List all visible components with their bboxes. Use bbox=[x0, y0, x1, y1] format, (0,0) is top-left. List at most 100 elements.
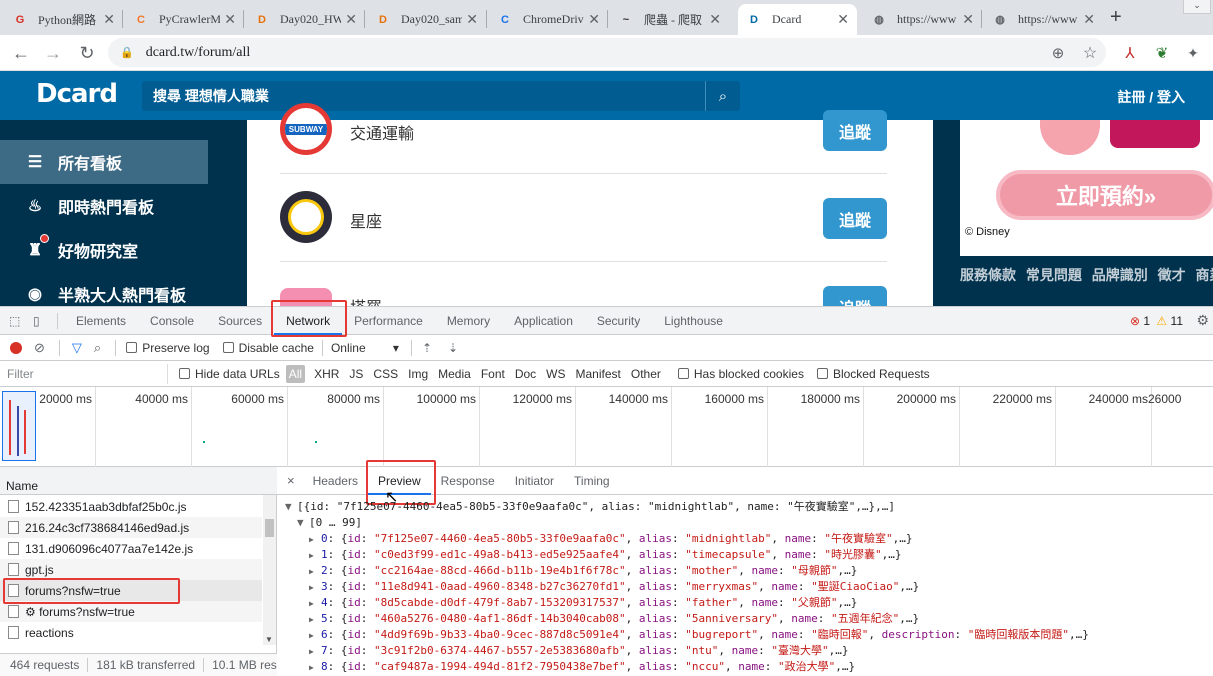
board-name[interactable]: 交通運輸 bbox=[350, 120, 414, 144]
type-filter-js[interactable]: JS bbox=[349, 367, 363, 381]
sidebar-item-trending[interactable]: ♨ 即時熱門看板 bbox=[0, 184, 208, 228]
filter-input[interactable]: Filter bbox=[0, 363, 168, 384]
tab-application[interactable]: Application bbox=[502, 307, 585, 335]
settings-gear-icon[interactable]: ⚙ bbox=[1196, 312, 1209, 329]
type-filter-css[interactable]: CSS bbox=[373, 367, 398, 381]
download-icon[interactable]: ⇣ bbox=[448, 341, 458, 355]
request-row[interactable]: 216.24c3cf738684146ed9ad.js bbox=[0, 517, 262, 538]
browser-tab[interactable]: ◍ https://www ✕ bbox=[984, 4, 1103, 35]
sidebar-item-goods-lab[interactable]: ♜ 好物研究室 bbox=[0, 228, 208, 272]
window-minimize-icon[interactable]: ⌄ bbox=[1183, 0, 1211, 14]
json-item-row[interactable]: ▶ 1: {id: "c0ed3f99-ed1c-49a8-b413-ed5e92… bbox=[285, 547, 1213, 563]
evernote-extension-icon[interactable]: ❦ bbox=[1151, 42, 1173, 64]
browser-tab[interactable]: C ChromeDriv ✕ bbox=[489, 4, 608, 35]
request-list-scrollbar[interactable]: ▼ bbox=[263, 495, 276, 645]
type-filter-media[interactable]: Media bbox=[438, 367, 471, 381]
expand-triangle-icon[interactable]: ▶ bbox=[309, 596, 321, 612]
inspect-element-icon[interactable]: ⬚ bbox=[9, 314, 27, 328]
sidebar-item-all-boards[interactable]: ☰ 所有看板 bbox=[0, 140, 208, 184]
has-blocked-cookies-checkbox[interactable]: Has blocked cookies bbox=[677, 367, 804, 381]
extensions-puzzle-icon[interactable]: ✦ bbox=[1182, 42, 1204, 64]
tab-lighthouse[interactable]: Lighthouse bbox=[652, 307, 735, 335]
type-filter-all[interactable]: All bbox=[285, 364, 306, 383]
bookmark-star-icon[interactable]: ☆ bbox=[1079, 42, 1101, 64]
expand-triangle-icon[interactable]: ▶ bbox=[309, 532, 321, 548]
issues-counter[interactable]: ⊗ 1 ⚠ 11 bbox=[1130, 314, 1183, 328]
json-item-row[interactable]: ▶ 4: {id: "8d5cabde-d0df-479f-8ab7-153209… bbox=[285, 595, 1213, 611]
json-item-row[interactable]: ▶ 0: {id: "7f125e07-4460-4ea5-80b5-33f0e9… bbox=[285, 531, 1213, 547]
tab-elements[interactable]: Elements bbox=[64, 307, 138, 335]
address-bar[interactable]: 🔒 dcard.tw/forum/all bbox=[108, 38, 1106, 67]
blocked-requests-checkbox[interactable]: Blocked Requests bbox=[816, 367, 930, 381]
type-filter-doc[interactable]: Doc bbox=[515, 367, 536, 381]
login-link[interactable]: 註冊 / 登入 bbox=[1117, 87, 1185, 107]
advertisement[interactable]: 立即預約» © Disney bbox=[960, 120, 1213, 256]
scroll-down-icon[interactable]: ▼ bbox=[265, 635, 273, 644]
device-toolbar-icon[interactable]: ▯ bbox=[33, 314, 51, 328]
close-icon[interactable]: × bbox=[277, 473, 303, 488]
json-item-row[interactable]: ▶ 6: {id: "4dd9f69b-9b33-4ba0-9cec-887d8c… bbox=[285, 627, 1213, 643]
expand-triangle-icon[interactable]: ▶ bbox=[309, 644, 321, 660]
scrollbar-thumb[interactable] bbox=[265, 519, 274, 537]
expand-triangle-icon[interactable]: ▶ bbox=[309, 548, 321, 564]
close-tab-icon[interactable]: ✕ bbox=[962, 11, 974, 28]
browser-tab[interactable]: G Python網路 ✕ bbox=[4, 4, 123, 35]
close-tab-icon[interactable]: ✕ bbox=[1083, 11, 1095, 28]
tab-initiator[interactable]: Initiator bbox=[505, 467, 564, 495]
json-item-row[interactable]: ▶ 8: {id: "caf9487a-1994-494d-81f2-795043… bbox=[285, 659, 1213, 675]
expand-triangle-icon[interactable]: ▶ bbox=[309, 580, 321, 596]
tab-security[interactable]: Security bbox=[585, 307, 652, 335]
back-icon[interactable]: ← bbox=[10, 42, 32, 64]
request-row[interactable]: gpt.js bbox=[0, 559, 262, 580]
dcard-logo[interactable]: Dcard bbox=[36, 79, 118, 109]
new-tab-button[interactable]: + bbox=[1110, 6, 1122, 29]
browser-tab[interactable]: D Day020_HW ✕ bbox=[246, 4, 365, 35]
follow-button[interactable]: 追蹤 bbox=[823, 198, 887, 239]
json-root-row[interactable]: ▼ [{id: "7f125e07-4460-4ea5-80b5-33f0e9aa… bbox=[285, 499, 1213, 515]
type-filter-other[interactable]: Other bbox=[631, 367, 661, 381]
close-tab-icon[interactable]: ✕ bbox=[224, 11, 236, 28]
browser-tab[interactable]: ◍ https://www ✕ bbox=[863, 4, 982, 35]
network-overview-timeline[interactable]: 20000 ms 40000 ms 60000 ms 80000 ms 100000 m… bbox=[0, 387, 1213, 467]
forward-icon[interactable]: → bbox=[42, 42, 64, 64]
tab-performance[interactable]: Performance bbox=[342, 307, 435, 335]
type-filter-font[interactable]: Font bbox=[481, 367, 505, 381]
expand-triangle-icon[interactable]: ▶ bbox=[309, 564, 321, 580]
disable-cache-checkbox[interactable]: Disable cache bbox=[222, 341, 314, 355]
close-tab-icon[interactable]: ✕ bbox=[709, 11, 721, 28]
json-preview[interactable]: ▼ [{id: "7f125e07-4460-4ea5-80b5-33f0e9aa… bbox=[277, 495, 1213, 676]
hide-data-urls-checkbox[interactable]: Hide data URLs bbox=[179, 367, 280, 381]
type-filter-ws[interactable]: WS bbox=[546, 367, 565, 381]
pdf-extension-icon[interactable]: ⅄ bbox=[1119, 42, 1141, 64]
json-item-row[interactable]: ▶ 3: {id: "11e8d941-0aad-4960-8348-b27c36… bbox=[285, 579, 1213, 595]
close-tab-icon[interactable]: ✕ bbox=[588, 11, 600, 28]
follow-button[interactable]: 追蹤 bbox=[823, 110, 887, 151]
close-tab-icon[interactable]: ✕ bbox=[466, 11, 478, 28]
search-icon[interactable]: ⌕ bbox=[94, 340, 101, 356]
request-row[interactable]: 131.d906096c4077aa7e142e.js bbox=[0, 538, 262, 559]
type-filter-img[interactable]: Img bbox=[408, 367, 428, 381]
browser-tab[interactable]: D Dcard ✕ bbox=[738, 4, 857, 35]
column-header-name[interactable]: Name bbox=[0, 467, 277, 495]
browser-tab[interactable]: ~ 爬蟲 - 爬取 ✕ bbox=[610, 4, 729, 35]
tab-timing[interactable]: Timing bbox=[564, 467, 620, 495]
reload-icon[interactable]: ↻ bbox=[76, 42, 98, 64]
json-item-row[interactable]: ▶ 7: {id: "3c91f2b0-6374-4467-b557-2e5383… bbox=[285, 643, 1213, 659]
filter-icon[interactable]: ▽ bbox=[72, 340, 82, 356]
browser-tab[interactable]: C PyCrawlerM ✕ bbox=[125, 4, 244, 35]
tab-headers[interactable]: Headers bbox=[303, 467, 368, 495]
expand-triangle-icon[interactable]: ▶ bbox=[309, 628, 321, 644]
upload-icon[interactable]: ⇡ bbox=[422, 341, 432, 355]
add-icon[interactable]: ⊕ bbox=[1047, 42, 1069, 64]
request-row[interactable]: 152.423351aab3dbfaf25b0c.js bbox=[0, 496, 262, 517]
json-item-row[interactable]: ▶ 2: {id: "cc2164ae-88cd-466d-b11b-19e4b1… bbox=[285, 563, 1213, 579]
reserve-button[interactable]: 立即預約» bbox=[996, 170, 1213, 220]
request-row[interactable]: reactions bbox=[0, 622, 262, 643]
record-icon[interactable] bbox=[10, 341, 22, 354]
close-tab-icon[interactable]: ✕ bbox=[103, 11, 115, 28]
preserve-log-checkbox[interactable]: Preserve log bbox=[126, 341, 210, 355]
close-tab-icon[interactable]: ✕ bbox=[837, 11, 849, 28]
expand-triangle-icon[interactable]: ▶ bbox=[309, 660, 321, 676]
request-row[interactable]: ⚙ forums?nsfw=true bbox=[0, 601, 262, 622]
footer-links[interactable]: 服務條款 常見問題 品牌識別 徵才 商業 bbox=[960, 265, 1213, 285]
